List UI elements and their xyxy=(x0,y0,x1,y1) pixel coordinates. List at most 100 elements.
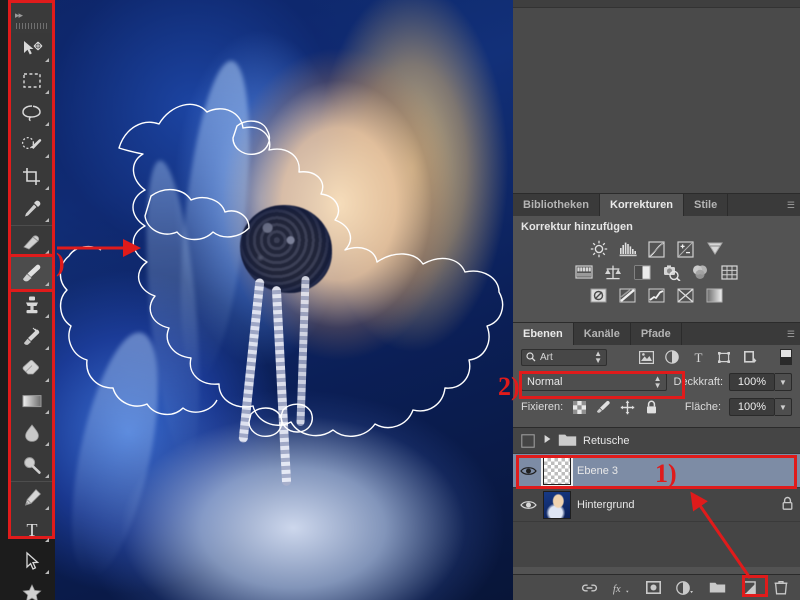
smart-object-filter-icon[interactable] xyxy=(740,348,760,366)
eraser-tool[interactable] xyxy=(11,353,52,385)
panel-menu-icon[interactable]: ☰ xyxy=(787,200,795,211)
layers-panel[interactable]: Ebenen Kanäle Pfade ☰ Art ▲ ▼ T Normal ▲ ▼ xyxy=(513,322,800,600)
custom-shape-tool[interactable] xyxy=(11,577,52,600)
tool-expand-corner[interactable] xyxy=(45,442,49,446)
lock-row[interactable]: Fixieren: Fläche: 100% ▼ xyxy=(513,395,800,419)
shape-layer-filter-icon[interactable] xyxy=(714,348,734,366)
adjustment-layer-filter-icon[interactable] xyxy=(662,348,682,366)
new-adjustment-layer-button[interactable] xyxy=(676,579,694,597)
new-layer-button[interactable] xyxy=(740,579,758,597)
color-lookup-icon[interactable] xyxy=(718,262,740,282)
selective-color-icon[interactable] xyxy=(675,285,697,305)
layer-thumbnail-transparent[interactable] xyxy=(541,454,573,487)
quick-selection-tool[interactable] xyxy=(11,129,52,161)
history-brush-tool[interactable] xyxy=(11,321,52,353)
photo-filter-icon[interactable] xyxy=(660,262,682,282)
layer-thumbnail-photo[interactable] xyxy=(543,490,571,519)
lock-image-pixels-icon[interactable] xyxy=(595,399,611,415)
vibrance-icon[interactable] xyxy=(704,239,726,259)
fill-dropdown-arrow[interactable]: ▼ xyxy=(775,398,792,416)
tools-panel[interactable]: ▸▸ T xyxy=(8,0,55,600)
fill-value[interactable]: 100% xyxy=(729,398,775,416)
tab-ebenen[interactable]: Ebenen xyxy=(513,323,574,345)
double-chevron-right-icon[interactable]: ▸▸ xyxy=(15,10,23,21)
delete-layer-button[interactable] xyxy=(772,579,790,597)
tab-stile[interactable]: Stile xyxy=(683,194,729,216)
layer-row-ebene-3[interactable]: Ebene 3 xyxy=(513,454,800,488)
visibility-toggle-off[interactable] xyxy=(519,433,537,448)
adjustments-panel[interactable]: Bibliotheken Korrekturen Stile ☰ Korrekt… xyxy=(513,194,800,322)
tab-kanaele[interactable]: Kanäle xyxy=(573,323,631,345)
blur-tool[interactable] xyxy=(11,417,52,449)
curves-icon[interactable] xyxy=(646,239,668,259)
levels-icon[interactable] xyxy=(617,239,639,259)
gradient-map-icon[interactable] xyxy=(704,285,726,305)
adjustments-row-3[interactable] xyxy=(513,285,800,305)
exposure-icon[interactable] xyxy=(675,239,697,259)
image-canvas[interactable] xyxy=(55,0,513,600)
tool-expand-corner[interactable] xyxy=(45,250,49,254)
adjustments-row-2[interactable] xyxy=(513,262,800,282)
tool-expand-corner[interactable] xyxy=(45,154,49,158)
path-selection-tool[interactable] xyxy=(11,545,52,577)
posterize-icon[interactable] xyxy=(617,285,639,305)
tool-expand-corner[interactable] xyxy=(45,90,49,94)
lasso-tool[interactable] xyxy=(11,97,52,129)
tool-expand-corner[interactable] xyxy=(45,346,49,350)
lock-all-icon[interactable] xyxy=(643,399,659,415)
brightness-contrast-icon[interactable] xyxy=(588,239,610,259)
tool-expand-corner[interactable] xyxy=(45,122,49,126)
opacity-dropdown-arrow[interactable]: ▼ xyxy=(775,373,792,391)
black-white-icon[interactable] xyxy=(631,262,653,282)
panel-grip[interactable] xyxy=(16,23,48,29)
tab-korrekturen[interactable]: Korrekturen xyxy=(600,194,684,216)
chevron-updown-icon[interactable]: ▲ ▼ xyxy=(594,350,602,365)
tool-expand-corner[interactable] xyxy=(45,314,49,318)
group-expand-arrow-icon[interactable] xyxy=(543,434,552,447)
tool-expand-corner[interactable] xyxy=(45,218,49,222)
tool-expand-corner[interactable] xyxy=(45,378,49,382)
blend-mode-select[interactable]: Normal ▲ ▼ xyxy=(521,373,668,391)
tab-bibliotheken[interactable]: Bibliotheken xyxy=(513,194,601,216)
tool-expand-corner[interactable] xyxy=(45,410,49,414)
tool-expand-corner[interactable] xyxy=(45,538,49,542)
layer-filter-row[interactable]: Art ▲ ▼ T xyxy=(513,345,800,369)
type-layer-filter-icon[interactable]: T xyxy=(688,348,708,366)
spot-healing-brush-tool[interactable] xyxy=(11,225,52,257)
pixel-layer-filter-icon[interactable] xyxy=(636,348,656,366)
tool-expand-corner[interactable] xyxy=(45,186,49,190)
link-layers-button[interactable] xyxy=(580,579,598,597)
layers-tab-row[interactable]: Ebenen Kanäle Pfade ☰ xyxy=(513,323,800,345)
toolbar-header[interactable]: ▸▸ xyxy=(11,3,52,33)
layer-style-button[interactable]: fx xyxy=(612,579,630,597)
adjustments-tab-row[interactable]: Bibliotheken Korrekturen Stile ☰ xyxy=(513,194,800,216)
dodge-tool[interactable] xyxy=(11,449,52,481)
layers-bottom-toolbar[interactable]: fx xyxy=(513,574,800,600)
threshold-icon[interactable] xyxy=(646,285,668,305)
lock-position-icon[interactable] xyxy=(619,399,635,415)
new-group-button[interactable] xyxy=(708,579,726,597)
opacity-value[interactable]: 100% xyxy=(729,373,775,391)
layer-list[interactable]: Retusche Ebene 3 Hintergrund xyxy=(513,427,800,567)
invert-icon[interactable] xyxy=(588,285,610,305)
visibility-toggle-on[interactable] xyxy=(519,499,537,511)
tool-expand-corner[interactable] xyxy=(45,282,49,286)
filter-enable-toggle[interactable] xyxy=(780,349,792,365)
eyedropper-tool[interactable] xyxy=(11,193,52,225)
color-balance-icon[interactable] xyxy=(602,262,624,282)
tool-expand-corner[interactable] xyxy=(45,474,49,478)
clone-stamp-tool[interactable] xyxy=(11,289,52,321)
gradient-tool[interactable] xyxy=(11,385,52,417)
tool-expand-corner[interactable] xyxy=(45,58,49,62)
hue-saturation-icon[interactable] xyxy=(573,262,595,282)
tool-expand-corner[interactable] xyxy=(45,506,49,510)
visibility-toggle-on[interactable] xyxy=(519,465,537,477)
layer-filter-type-select[interactable]: Art ▲ ▼ xyxy=(521,348,607,366)
channel-mixer-icon[interactable] xyxy=(689,262,711,282)
panel-menu-icon[interactable]: ☰ xyxy=(787,329,795,340)
blend-mode-row[interactable]: Normal ▲ ▼ Deckkraft: 100% ▼ xyxy=(513,369,800,395)
tab-pfade[interactable]: Pfade xyxy=(630,323,682,345)
lock-transparent-pixels-icon[interactable] xyxy=(571,399,587,415)
add-layer-mask-button[interactable] xyxy=(644,579,662,597)
move-tool[interactable] xyxy=(11,33,52,65)
